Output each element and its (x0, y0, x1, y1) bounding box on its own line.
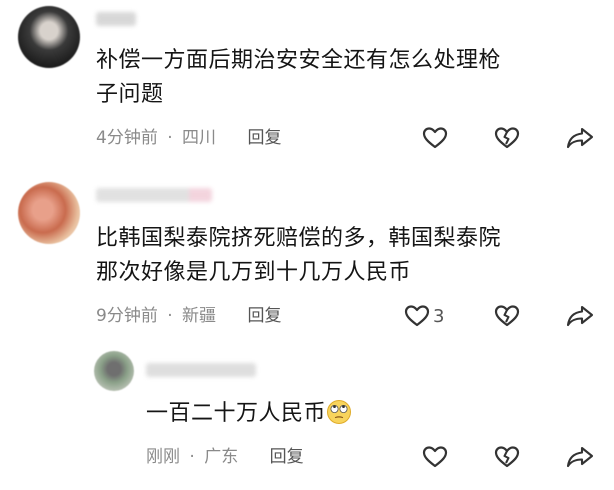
like-button[interactable] (422, 443, 448, 471)
heart-icon (422, 127, 448, 149)
comment-text-line: 补偿一方面后期治安安全还有怎么处理枪 (96, 48, 502, 73)
share-button[interactable] (566, 124, 594, 152)
avatar[interactable] (94, 351, 134, 391)
comment-text-line: 比韩国梨泰院挤死赔偿的多，韩国梨泰院 (96, 226, 502, 251)
dislike-button[interactable] (494, 443, 520, 471)
comment-text-line: 子问题 (96, 82, 164, 107)
like-button[interactable]: 3 (404, 302, 444, 330)
comment-actions: 3 (0, 302, 614, 330)
comment-actions (0, 124, 614, 152)
like-count: 3 (433, 305, 445, 327)
broken-heart-icon (494, 305, 520, 327)
like-button[interactable] (422, 124, 448, 152)
comment-text-line: 那次好像是几万到十几万人民币 (96, 260, 412, 285)
comment-item: 比韩国梨泰院挤死赔偿的多，韩国梨泰院 那次好像是几万到十几万人民币 9分钟前 ·… (0, 170, 614, 345)
share-arrow-icon (566, 127, 594, 149)
broken-heart-icon (494, 446, 520, 468)
share-button[interactable] (566, 443, 594, 471)
reply-item: 一百二十万人民币 刚刚 · 广东 回复 (0, 345, 614, 490)
share-button[interactable] (566, 302, 594, 330)
username-blurred[interactable] (96, 188, 212, 202)
share-arrow-icon (566, 446, 594, 468)
share-arrow-icon (566, 305, 594, 327)
comment-item: 补偿一方面后期治安安全还有怎么处理枪 子问题 4分钟前 · 四川 回复 (0, 0, 614, 170)
dislike-button[interactable] (494, 302, 520, 330)
comment-text: 补偿一方面后期治安安全还有怎么处理枪 子问题 (96, 44, 596, 112)
heart-icon (404, 305, 430, 327)
comment-text: 一百二十万人民币 (146, 397, 586, 431)
comment-actions (0, 443, 614, 471)
avatar[interactable] (18, 6, 80, 68)
eye-roll-emoji-icon (327, 400, 352, 424)
username-blurred[interactable] (96, 12, 136, 26)
comment-text: 比韩国梨泰院挤死赔偿的多，韩国梨泰院 那次好像是几万到十几万人民币 (96, 222, 606, 290)
username-blurred[interactable] (146, 363, 256, 377)
dislike-button[interactable] (494, 124, 520, 152)
avatar[interactable] (18, 182, 80, 244)
comment-text-line: 一百二十万人民币 (146, 401, 327, 426)
heart-icon (422, 446, 448, 468)
broken-heart-icon (494, 127, 520, 149)
